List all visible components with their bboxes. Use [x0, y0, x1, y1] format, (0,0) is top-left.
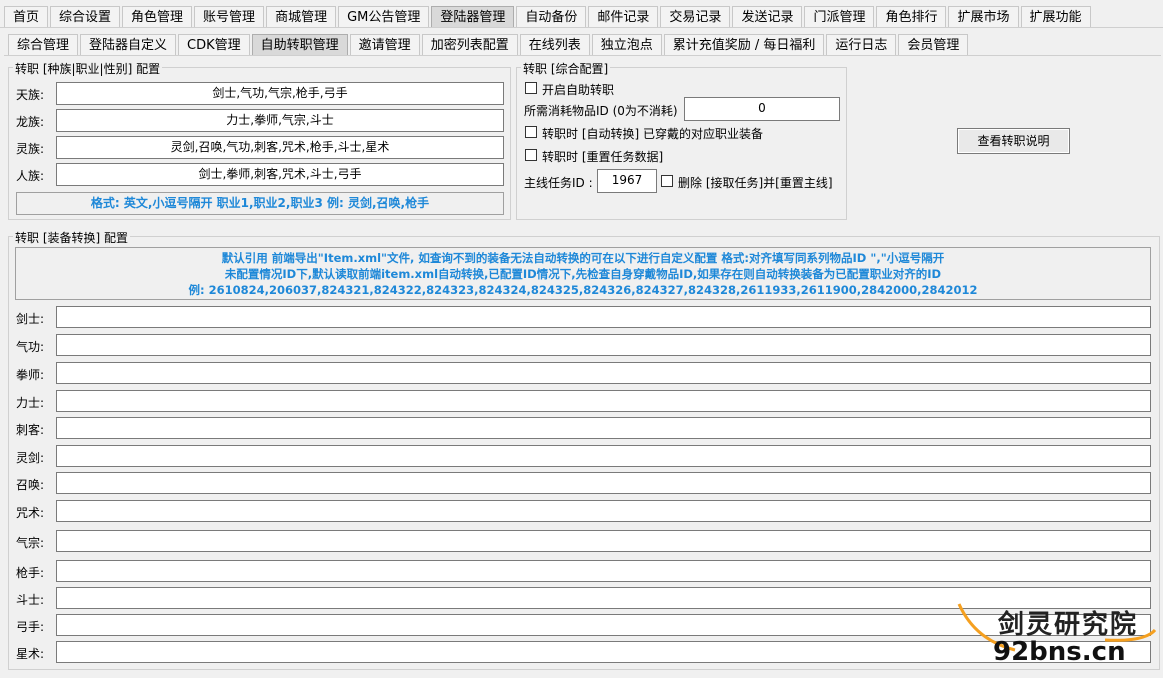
race-label-ren: 人族: [16, 169, 45, 183]
equip-group-title: 转职 [装备转换] 配置 [13, 229, 130, 246]
subtab-divider [4, 55, 1161, 56]
equip-input-sword[interactable] [56, 306, 1151, 328]
race-format-hint: 格式: 英文,小逗号隔开 职业1,职业2,职业3 例: 灵剑,召唤,枪手 [16, 192, 504, 215]
equip-label-blade-dancer: 灵剑: [16, 451, 45, 465]
race-input-tian[interactable]: 剑士,气功,气宗,枪手,弓手 [56, 82, 504, 105]
equip-input-fist[interactable] [56, 362, 1151, 384]
equip-label-assassin: 刺客: [16, 423, 45, 437]
equip-label-soul-fighter: 气宗: [16, 536, 45, 550]
cost-item-input[interactable]: 0 [684, 97, 840, 121]
equip-input-soul-fighter[interactable] [56, 530, 1151, 552]
tab-character-management[interactable]: 角色管理 [122, 6, 193, 28]
tab-home[interactable]: 首页 [4, 6, 49, 28]
watermark-title: 剑灵研究院 [998, 610, 1139, 640]
tab-account-management[interactable]: 账号管理 [194, 6, 265, 28]
equip-label-sword: 剑士: [16, 312, 45, 326]
enable-class-change-checkbox[interactable] [525, 82, 537, 94]
equip-label-astromancer: 星术: [16, 647, 45, 661]
tab-shop-management[interactable]: 商城管理 [266, 6, 337, 28]
tab-trade-log[interactable]: 交易记录 [660, 6, 731, 28]
subtab-launcher-custom[interactable]: 登陆器自定义 [80, 34, 177, 56]
equip-label-warden: 斗士: [16, 593, 45, 607]
equip-input-assassin[interactable] [56, 417, 1151, 439]
equip-input-gunner[interactable] [56, 560, 1151, 582]
equip-input-qigong[interactable] [56, 334, 1151, 356]
race-input-long[interactable]: 力士,拳师,气宗,斗士 [56, 109, 504, 132]
equip-label-summoner: 召唤: [16, 478, 45, 492]
auto-convert-label: 转职时 [自动转换] 已穿戴的对应职业装备 [542, 127, 763, 141]
tab-general-settings[interactable]: 综合设置 [50, 6, 121, 28]
equip-input-summoner[interactable] [56, 472, 1151, 494]
cost-item-label: 所需消耗物品ID (0为不消耗) [524, 104, 678, 118]
race-label-tian: 天族: [16, 88, 45, 102]
subtab-invite[interactable]: 邀请管理 [349, 34, 420, 56]
subtab-idle-points[interactable]: 独立泡点 [591, 34, 662, 56]
subtab-member-management[interactable]: 会员管理 [898, 34, 969, 56]
subtab-cdk[interactable]: CDK管理 [178, 34, 250, 56]
enable-class-change-label: 开启自助转职 [542, 83, 615, 97]
equip-input-blade-dancer[interactable] [56, 445, 1151, 467]
tab-clan-management[interactable]: 门派管理 [804, 6, 875, 28]
equip-label-gunner: 枪手: [16, 566, 45, 580]
tab-send-log[interactable]: 发送记录 [732, 6, 803, 28]
watermark-url: 92bns.cn [993, 637, 1126, 667]
tab-extension-market[interactable]: 扩展市场 [948, 6, 1019, 28]
race-group-title: 转职 [种族|职业|性别] 配置 [13, 60, 163, 77]
equip-label-warlock: 咒术: [16, 506, 45, 520]
subtab-online-list[interactable]: 在线列表 [519, 34, 590, 56]
equip-label-archer: 弓手: [16, 620, 45, 634]
tab-mail-log[interactable]: 邮件记录 [588, 6, 659, 28]
subtab-encrypt-list[interactable]: 加密列表配置 [421, 34, 518, 56]
race-label-long: 龙族: [16, 115, 45, 129]
equip-hint-line-2: 未配置情况ID下,默认读取前端item.xml自动转换,已配置ID情况下,先检查… [224, 267, 942, 281]
equip-hint-line-1: 默认引用 前端导出"Item.xml"文件, 如查询不到的装备无法自动转换的可在… [221, 251, 945, 265]
equip-input-warlock[interactable] [56, 500, 1151, 522]
reset-task-label: 转职时 [重置任务数据] [542, 150, 664, 164]
subtab-general[interactable]: 综合管理 [8, 34, 79, 56]
class-change-help-button[interactable]: 查看转职说明 [957, 128, 1070, 154]
tab-extension-features[interactable]: 扩展功能 [1020, 6, 1091, 28]
tab-bar-divider [0, 27, 1163, 28]
equip-hint-line-3: 例: 2610824,206037,824321,824322,824323,8… [188, 283, 978, 297]
equip-label-strength: 力士: [16, 396, 45, 410]
general-group-title: 转职 [综合配置] [521, 60, 611, 77]
subtab-class-change[interactable]: 自助转职管理 [251, 34, 348, 56]
delete-task-checkbox[interactable] [661, 175, 673, 187]
race-label-ling: 灵族: [16, 142, 45, 156]
tab-auto-backup[interactable]: 自动备份 [516, 6, 587, 28]
tab-gm-announcement[interactable]: GM公告管理 [338, 6, 430, 28]
main-task-input[interactable]: 1967 [597, 169, 657, 193]
delete-task-label: 删除 [接取任务]并[重置主线] [678, 176, 833, 190]
equip-label-fist: 拳师: [16, 368, 45, 382]
subtab-run-log[interactable]: 运行日志 [826, 34, 897, 56]
tab-character-ranking[interactable]: 角色排行 [876, 6, 947, 28]
main-tab-bar: 首页 综合设置 角色管理 账号管理 商城管理 GM公告管理 登陆器管理 自动备份… [4, 6, 1093, 28]
subtab-recharge-rewards[interactable]: 累计充值奖励 / 每日福利 [663, 34, 825, 56]
sub-tab-bar: 综合管理 登陆器自定义 CDK管理 自助转职管理 邀请管理 加密列表配置 在线列… [8, 34, 970, 56]
reset-task-checkbox[interactable] [525, 149, 537, 161]
equip-label-qigong: 气功: [16, 340, 45, 354]
race-input-ren[interactable]: 剑士,拳师,刺客,咒术,斗士,弓手 [56, 163, 504, 186]
equip-input-strength[interactable] [56, 390, 1151, 412]
auto-convert-checkbox[interactable] [525, 126, 537, 138]
equip-format-hint: 默认引用 前端导出"Item.xml"文件, 如查询不到的装备无法自动转换的可在… [15, 247, 1151, 300]
race-input-ling[interactable]: 灵剑,召唤,气功,刺客,咒术,枪手,斗士,星术 [56, 136, 504, 159]
main-task-label: 主线任务ID : [524, 176, 593, 190]
tab-launcher-management[interactable]: 登陆器管理 [431, 6, 515, 28]
